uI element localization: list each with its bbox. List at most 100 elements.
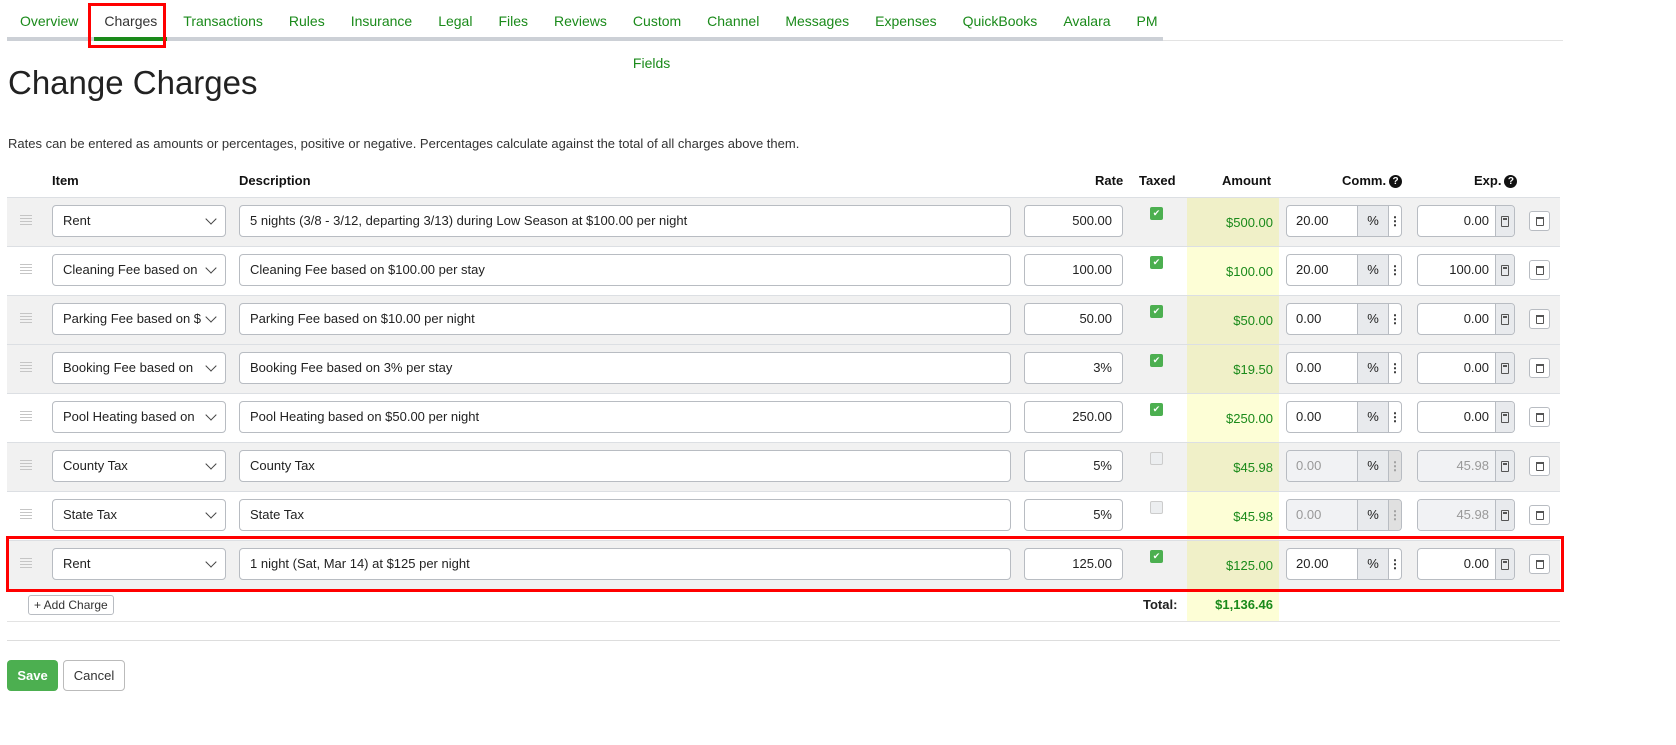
drag-handle-icon[interactable] xyxy=(20,362,32,374)
kebab-menu-icon[interactable]: ⋮ xyxy=(1389,451,1401,481)
tab-files[interactable]: Files xyxy=(485,0,541,37)
tab-transactions[interactable]: Transactions xyxy=(170,0,276,37)
kebab-menu-icon[interactable]: ⋮ xyxy=(1389,500,1401,530)
taxed-checkbox[interactable] xyxy=(1150,501,1163,514)
taxed-checkbox[interactable]: ✔ xyxy=(1150,550,1163,563)
item-select[interactable]: Cleaning Fee based on xyxy=(52,254,226,286)
item-select[interactable]: Rent xyxy=(52,205,226,237)
description-input[interactable]: County Tax xyxy=(239,450,1011,482)
kebab-menu-icon[interactable]: ⋮ xyxy=(1389,206,1401,236)
rate-input[interactable]: 125.00 xyxy=(1024,548,1123,580)
item-select[interactable]: State Tax xyxy=(52,499,226,531)
calculator-icon[interactable] xyxy=(1495,304,1514,334)
tab-overview[interactable]: Overview xyxy=(7,0,91,37)
delete-row-button[interactable] xyxy=(1529,260,1550,280)
tab-legal[interactable]: Legal xyxy=(425,0,485,37)
help-icon[interactable]: ? xyxy=(1389,175,1403,188)
rate-input[interactable]: 500.00 xyxy=(1024,205,1123,237)
delete-row-button[interactable] xyxy=(1529,407,1550,427)
delete-row-button[interactable] xyxy=(1529,211,1550,231)
description-input[interactable]: 5 nights (3/8 - 3/12, departing 3/13) du… xyxy=(239,205,1011,237)
tab-avalara[interactable]: Avalara xyxy=(1050,0,1123,37)
commission-input[interactable]: 20.00 xyxy=(1287,255,1357,285)
tab-custom-fields[interactable]: Custom Fields xyxy=(620,0,694,71)
rate-input[interactable]: 100.00 xyxy=(1024,254,1123,286)
taxed-checkbox[interactable]: ✔ xyxy=(1150,305,1163,318)
description-input[interactable]: Pool Heating based on $50.00 per night xyxy=(239,401,1011,433)
description-input[interactable]: Cleaning Fee based on $100.00 per stay xyxy=(239,254,1011,286)
description-input[interactable]: Parking Fee based on $10.00 per night xyxy=(239,303,1011,335)
calculator-icon[interactable] xyxy=(1495,255,1514,285)
commission-input[interactable]: 0.00 xyxy=(1287,353,1357,383)
delete-row-button[interactable] xyxy=(1529,456,1550,476)
kebab-menu-icon[interactable]: ⋮ xyxy=(1389,549,1401,579)
drag-handle-icon[interactable] xyxy=(20,313,32,325)
taxed-checkbox[interactable]: ✔ xyxy=(1150,207,1163,220)
commission-input[interactable]: 20.00 xyxy=(1287,206,1357,236)
tab-quickbooks[interactable]: QuickBooks xyxy=(950,0,1051,37)
delete-row-button[interactable] xyxy=(1529,358,1550,378)
expense-input[interactable]: 100.00 xyxy=(1418,255,1495,285)
rate-input[interactable]: 3% xyxy=(1024,352,1123,384)
calculator-icon[interactable] xyxy=(1495,549,1514,579)
drag-handle-icon[interactable] xyxy=(20,460,32,472)
expense-input[interactable]: 45.98 xyxy=(1418,500,1495,530)
expense-input[interactable]: 0.00 xyxy=(1418,353,1495,383)
expense-input[interactable]: 0.00 xyxy=(1418,206,1495,236)
item-select[interactable]: Pool Heating based on xyxy=(52,401,226,433)
commission-input[interactable]: 0.00 xyxy=(1287,402,1357,432)
delete-row-button[interactable] xyxy=(1529,505,1550,525)
drag-handle-icon[interactable] xyxy=(20,215,32,227)
calculator-icon[interactable] xyxy=(1495,402,1514,432)
commission-input[interactable]: 20.00 xyxy=(1287,549,1357,579)
drag-handle-icon[interactable] xyxy=(20,509,32,521)
taxed-checkbox[interactable]: ✔ xyxy=(1150,354,1163,367)
tab-insurance[interactable]: Insurance xyxy=(338,0,425,37)
taxed-checkbox[interactable]: ✔ xyxy=(1150,256,1163,269)
commission-input[interactable]: 0.00 xyxy=(1287,451,1357,481)
delete-row-button[interactable] xyxy=(1529,554,1550,574)
calculator-icon[interactable] xyxy=(1495,500,1514,530)
tab-messages[interactable]: Messages xyxy=(772,0,862,37)
description-input[interactable]: 1 night (Sat, Mar 14) at $125 per night xyxy=(239,548,1011,580)
item-select[interactable]: Rent xyxy=(52,548,226,580)
kebab-menu-icon[interactable]: ⋮ xyxy=(1389,304,1401,334)
tab-channel[interactable]: Channel xyxy=(694,0,772,37)
description-input[interactable]: Booking Fee based on 3% per stay xyxy=(239,352,1011,384)
rate-input[interactable]: 50.00 xyxy=(1024,303,1123,335)
drag-handle-icon[interactable] xyxy=(20,264,32,276)
commission-input[interactable]: 0.00 xyxy=(1287,500,1357,530)
rate-input[interactable]: 5% xyxy=(1024,499,1123,531)
expense-input[interactable]: 0.00 xyxy=(1418,402,1495,432)
commission-input[interactable]: 0.00 xyxy=(1287,304,1357,334)
drag-handle-icon[interactable] xyxy=(20,558,32,570)
help-icon[interactable]: ? xyxy=(1504,175,1518,188)
kebab-menu-icon[interactable]: ⋮ xyxy=(1389,353,1401,383)
expense-input[interactable]: 0.00 xyxy=(1418,549,1495,579)
calculator-icon[interactable] xyxy=(1495,206,1514,236)
save-button[interactable]: Save xyxy=(7,660,58,691)
cancel-button[interactable]: Cancel xyxy=(63,660,125,691)
item-select[interactable]: Booking Fee based on xyxy=(52,352,226,384)
expense-input[interactable]: 45.98 xyxy=(1418,451,1495,481)
tab-pm[interactable]: PM xyxy=(1124,0,1171,37)
item-select[interactable]: County Tax xyxy=(52,450,226,482)
kebab-menu-icon[interactable]: ⋮ xyxy=(1389,255,1401,285)
rate-input[interactable]: 5% xyxy=(1024,450,1123,482)
delete-row-button[interactable] xyxy=(1529,309,1550,329)
taxed-checkbox[interactable]: ✔ xyxy=(1150,403,1163,416)
kebab-menu-icon[interactable]: ⋮ xyxy=(1389,402,1401,432)
tab-expenses[interactable]: Expenses xyxy=(862,0,949,37)
tab-charges[interactable]: Charges xyxy=(91,0,170,41)
drag-handle-icon[interactable] xyxy=(20,411,32,423)
tab-reviews[interactable]: Reviews xyxy=(541,0,620,37)
item-select[interactable]: Parking Fee based on $ xyxy=(52,303,226,335)
rate-input[interactable]: 250.00 xyxy=(1024,401,1123,433)
calculator-icon[interactable] xyxy=(1495,451,1514,481)
tab-rules[interactable]: Rules xyxy=(276,0,338,37)
description-input[interactable]: State Tax xyxy=(239,499,1011,531)
taxed-checkbox[interactable] xyxy=(1150,452,1163,465)
add-charge-button[interactable]: + Add Charge xyxy=(28,595,114,615)
calculator-icon[interactable] xyxy=(1495,353,1514,383)
expense-input[interactable]: 0.00 xyxy=(1418,304,1495,334)
